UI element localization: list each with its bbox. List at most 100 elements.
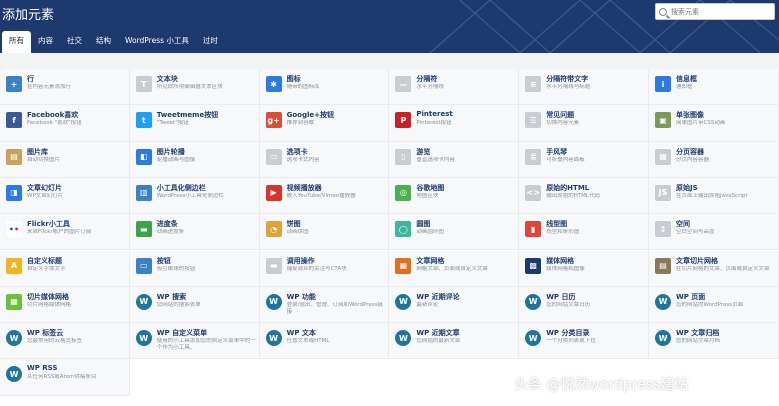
- element-card[interactable]: W WP 近期评论 最新评论: [389, 286, 520, 324]
- element-card[interactable]: ☰ 常见问题 切换内容元素: [519, 105, 649, 142]
- element-card[interactable]: W WP 搜索 您网站的搜索表单: [129, 286, 260, 324]
- element-card[interactable]: ▯ 游览 垂直选项卡内容: [389, 141, 520, 178]
- element-card[interactable]: <> 原始的HTML 输出原始的HTML代码: [519, 177, 649, 215]
- tab-structure[interactable]: 结构: [89, 31, 118, 53]
- element-description: 在页面上输出原始JavaScript: [676, 192, 748, 199]
- element-card[interactable]: ▦ 文章网格 网格文章、页面或自定义文章: [389, 250, 520, 287]
- search-box[interactable]: [655, 3, 775, 20]
- tab-wordpress-widgets[interactable]: WordPress 小工具: [118, 31, 196, 53]
- element-name: 单张图像: [676, 111, 704, 120]
- element-card[interactable]: t Tweetmeme按钮 "Tweet"按钮: [129, 105, 260, 142]
- element-name: 文章切片网格: [676, 256, 718, 265]
- element-name: 分隔符带文字: [546, 75, 589, 83]
- element-card[interactable]: ✱ 图标 随带的图标库: [259, 69, 390, 106]
- wordpress-icon: W: [655, 330, 671, 347]
- wordpress-icon: W: [265, 330, 282, 347]
- slider-icon: ◨: [6, 184, 22, 201]
- element-card[interactable]: ▶ 视频播放器 嵌入YouTube/Vimeo播放器: [259, 177, 390, 215]
- element-name: 调用操作: [286, 256, 315, 265]
- element-card[interactable]: ▥ 小工具化侧边栏 WordPress小工具化侧边栏: [129, 177, 260, 215]
- element-card[interactable]: P Pinterest Pinterest按钮: [389, 105, 520, 142]
- element-card[interactable]: ▩ 媒体网格 媒体网格和图像: [519, 250, 649, 287]
- element-card[interactable]: W WP 文章归档 您的网站文章月档: [649, 323, 779, 360]
- element-description: 空白空间与高度: [676, 229, 715, 236]
- element-description: 自定义字体文字: [27, 265, 66, 272]
- html-icon: <>: [525, 184, 542, 201]
- element-card[interactable]: W WP 自定义菜单 使用的小工具添加您的自定义菜单中的一个作为小工具。: [129, 323, 260, 360]
- search-input[interactable]: [671, 7, 771, 16]
- wordpress-icon: W: [655, 293, 671, 310]
- element-card[interactable]: g+ Google+按钮 推荐到谷歌: [259, 105, 390, 142]
- element-card[interactable]: ▭ 选项卡 选项卡式内容: [259, 141, 390, 178]
- wordpress-icon: W: [135, 330, 152, 347]
- element-description: 使用的小工具添加您的自定义菜单中的一个作为小工具。: [156, 338, 256, 352]
- element-card[interactable]: ▬ 进度条 动画进度条: [129, 214, 260, 251]
- element-name: 线型图: [546, 220, 568, 229]
- element-name: 原始的HTML: [546, 183, 590, 192]
- tabs-icon: ▭: [265, 148, 282, 165]
- element-name: 图片库: [27, 147, 48, 156]
- element-name: Tweetmeme按钮: [156, 111, 219, 120]
- element-description: 分页内容容器: [676, 156, 710, 163]
- element-card[interactable]: i 信息框 通知框: [649, 69, 779, 106]
- element-description: 简单图片带CSS动画: [676, 120, 726, 127]
- element-card[interactable]: ◧ 图片轮播 轮播动画与图像: [129, 141, 260, 178]
- element-card[interactable]: ▤ 文章切片网格 在切片网格的文章、页面或自定义文章: [649, 250, 779, 287]
- element-name: 空间: [676, 220, 690, 229]
- element-card[interactable]: W WP RSS 从任何RSS或Atom供稿条目: [0, 359, 130, 396]
- element-name: WP RSS: [27, 364, 58, 373]
- wordpress-icon: W: [525, 330, 542, 347]
- element-card[interactable]: • • Flickr小工具 来自Flickr帐户的图片订阅: [0, 214, 130, 251]
- element-card[interactable]: W WP 分类目录 一个分类列表或下拉: [519, 323, 649, 360]
- element-card[interactable]: ◔ 饼图 动画饼图: [259, 214, 390, 251]
- element-card[interactable]: ◎ 谷歌地图 地图区块: [389, 177, 520, 215]
- element-card[interactable]: — 分隔符 水平分隔线: [389, 69, 520, 106]
- element-description: 一个分类列表或下拉: [546, 338, 596, 345]
- element-card[interactable]: T 文本块 所见即所得编辑器文本区块: [129, 69, 260, 106]
- tab-deprecated[interactable]: 过时: [196, 31, 225, 53]
- element-card[interactable]: W WP 近期文章 您网站的最新文章: [389, 323, 520, 360]
- element-description: 动画圆环图: [416, 229, 444, 236]
- element-card[interactable]: ▮ 线型图 线型和条形图: [519, 214, 649, 251]
- tab-all[interactable]: 所有: [2, 31, 31, 53]
- element-name: 分页容器: [676, 147, 704, 156]
- element-description: 所见即所得编辑器文本区块: [156, 84, 223, 90]
- faq-icon: ☰: [525, 112, 542, 129]
- carousel-icon: ◧: [135, 148, 152, 165]
- element-card[interactable]: ◯ 圆图 动画圆环图: [389, 214, 520, 251]
- wordpress-icon: W: [135, 293, 152, 310]
- element-card[interactable]: + 行在内容元素添加行: [0, 69, 130, 106]
- element-card[interactable]: ▦ 分页容器 分页内容容器: [649, 141, 779, 178]
- element-card[interactable]: ↕ 空间 空白空间与高度: [649, 214, 779, 251]
- progress-icon: ▬: [135, 221, 152, 238]
- element-name: 信息框: [676, 75, 697, 83]
- element-name: Google+按钮: [286, 111, 334, 120]
- element-card[interactable]: ▭ 按钮 吸引眼球的按钮: [129, 250, 260, 287]
- element-card[interactable]: W WP 日历 您的网站文章日历: [519, 286, 649, 324]
- element-card[interactable]: ▣ 单张图像 简单图片带CSS动画: [649, 105, 779, 142]
- element-card[interactable]: JS 原始JS 在页面上输出原始JavaScript: [649, 177, 779, 215]
- element-name: 图片轮播: [156, 147, 185, 156]
- element-name: WP 近期文章: [416, 329, 460, 338]
- space-icon: ↕: [655, 221, 671, 238]
- tab-social[interactable]: 社交: [60, 31, 89, 53]
- element-card[interactable]: W WP 功能 登录/退出、管理、订阅和WordPress链接: [259, 286, 390, 324]
- element-card[interactable]: ▤ 图片库 自动切换图片: [0, 141, 130, 178]
- element-card[interactable]: ▦ 切片媒体网格 切片网格媒体网格: [0, 286, 130, 324]
- post-grid-icon: ▦: [395, 257, 412, 274]
- sidebar-icon: ▥: [135, 184, 152, 201]
- element-card[interactable]: W WP 标签云 您最常用的云格式标签: [0, 323, 130, 360]
- element-card[interactable]: ≡ 分隔符带文字 水平分隔线与标题: [519, 69, 649, 106]
- element-card[interactable]: ▬ 调用操作 捕捉观众的关注与CTA块: [259, 250, 390, 287]
- element-name: 小工具化侧边栏: [156, 183, 206, 192]
- tab-content[interactable]: 内容: [31, 31, 60, 53]
- element-card[interactable]: ≣ 手风琴 可折叠内容面板: [519, 141, 649, 178]
- element-card[interactable]: A 自定义标题 自定义字体文字: [0, 250, 130, 287]
- element-card[interactable]: W WP 文本 任意文本或HTML: [259, 323, 390, 360]
- element-card[interactable]: f Facebook喜欢 Facebook "喜欢"按钮: [0, 105, 130, 142]
- element-name: 图标: [286, 75, 301, 83]
- element-name: WP 功能: [286, 292, 316, 301]
- element-card[interactable]: W WP 页面 您的网站的WordPress页面: [649, 286, 779, 324]
- element-card[interactable]: ◨ 文章幻灯片 WP文章幻灯片: [0, 177, 130, 215]
- element-name: 视频播放器: [286, 183, 322, 192]
